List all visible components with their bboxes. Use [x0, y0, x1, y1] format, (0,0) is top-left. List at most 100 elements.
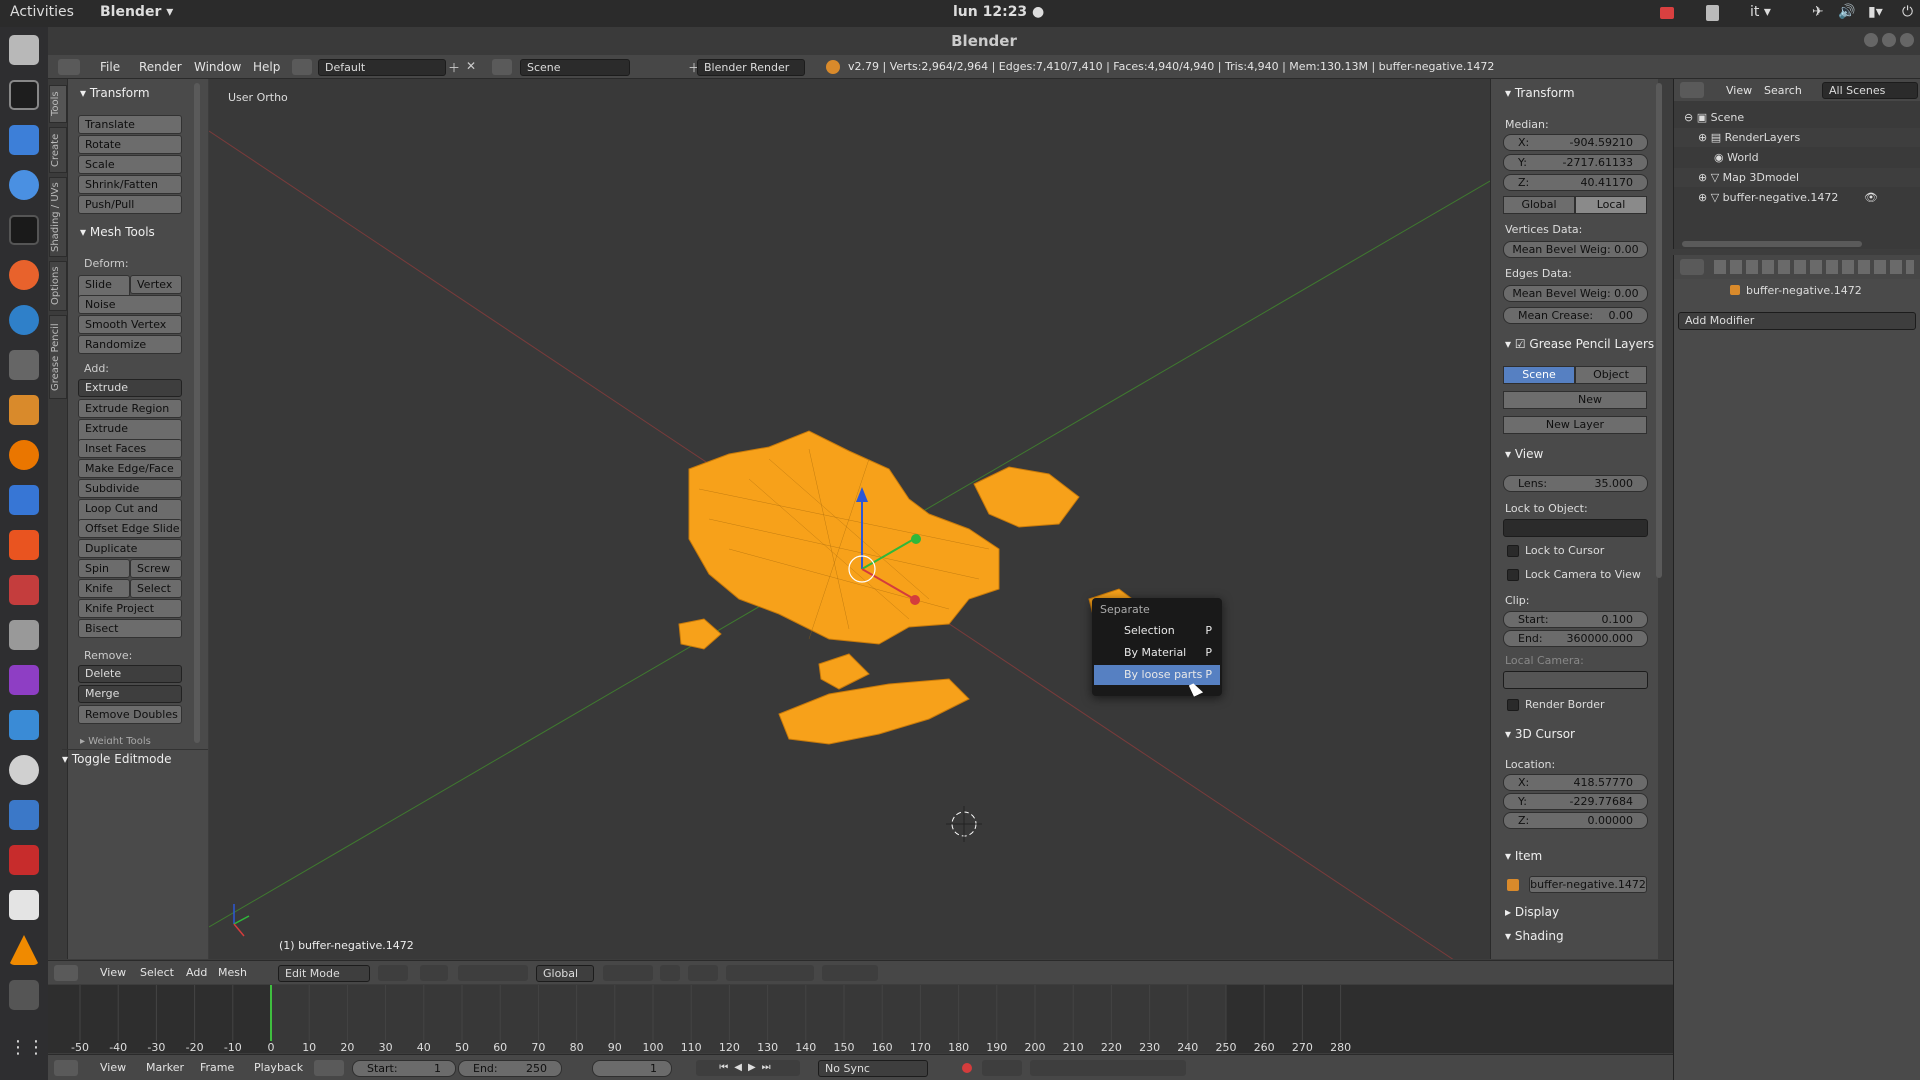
lens-field[interactable]: Lens: 35.000	[1503, 475, 1648, 492]
shading-panel-header[interactable]: ▾ Shading	[1505, 929, 1564, 943]
inkscape-icon[interactable]	[9, 80, 39, 110]
outliner-row-scene[interactable]: ⊖ ▣ Scene	[1674, 108, 1920, 127]
current-frame-field[interactable]: 1	[592, 1060, 672, 1077]
y-gizmo-head[interactable]	[911, 534, 921, 544]
end-frame-field[interactable]: End: 250	[458, 1060, 562, 1077]
grease-pencil-header[interactable]: ▾ ☑ Grease Pencil Layers	[1505, 337, 1654, 351]
app3-icon[interactable]	[9, 710, 39, 740]
extrude-region-button[interactable]: Extrude Region	[78, 399, 182, 418]
lock-camera-checkbox[interactable]	[1507, 569, 1519, 581]
gp-new-layer-button[interactable]: New Layer	[1503, 416, 1647, 434]
toolshelf-scrollbar[interactable]	[194, 83, 200, 743]
writer-icon[interactable]	[9, 125, 39, 155]
local-camera-field[interactable]	[1503, 671, 1648, 689]
knife-select-button[interactable]: Select	[130, 579, 182, 598]
app-icon[interactable]	[9, 305, 39, 335]
firefox-icon[interactable]	[9, 260, 39, 290]
menu-window[interactable]: Window	[194, 60, 241, 74]
outliner-editor-icon[interactable]	[1680, 82, 1704, 98]
sync-mode-select[interactable]: No Sync	[818, 1060, 928, 1077]
playback-controls[interactable]: ⏮◀▶⏭	[696, 1060, 800, 1076]
lock-object-field[interactable]	[1503, 519, 1648, 537]
x-gizmo-head[interactable]	[910, 595, 920, 605]
scene-icon[interactable]	[492, 59, 512, 75]
activities-button[interactable]: Activities	[10, 4, 74, 20]
files-icon[interactable]	[9, 35, 39, 65]
app2-icon[interactable]	[9, 395, 39, 425]
editor-type-icon[interactable]	[58, 59, 80, 75]
software-icon[interactable]	[9, 530, 39, 560]
outliner-row-renderlayers[interactable]: ⊕ ▤ RenderLayers	[1674, 128, 1920, 147]
clock[interactable]: lun 12:23 ●	[953, 4, 1044, 20]
language-indicator[interactable]: it ▾	[1750, 4, 1771, 20]
keying-set-icon[interactable]	[982, 1060, 1022, 1076]
cursor-x-field[interactable]: X: 418.57770	[1503, 774, 1648, 791]
item-panel-header[interactable]: ▾ Item	[1505, 849, 1542, 863]
smooth-vertex-button[interactable]: Smooth Vertex	[78, 315, 182, 334]
select-mode-icons[interactable]	[603, 965, 653, 981]
local-toggle[interactable]: Local	[1575, 196, 1647, 214]
scene-field[interactable]: Scene	[520, 59, 630, 76]
outliner-row-map3dmodel[interactable]: ⊕ ▽ Map 3Dmodel	[1674, 168, 1920, 187]
weight-tools-header[interactable]: ▸ Weight Tools	[80, 736, 151, 744]
menu-help[interactable]: Help	[253, 60, 280, 74]
gp-scene-toggle[interactable]: Scene	[1503, 366, 1575, 384]
tab-options[interactable]: Options	[49, 261, 67, 311]
minimize-icon[interactable]	[1864, 33, 1878, 47]
viewport-shading-icon[interactable]	[378, 965, 408, 981]
outliner-row-buffer-negative[interactable]: ⊕ ▽ buffer-negative.1472	[1674, 188, 1920, 207]
noise-button[interactable]: Noise	[78, 295, 182, 314]
separate-selection-item[interactable]: Selection P	[1094, 621, 1220, 641]
view3d-add-menu[interactable]: Add	[186, 966, 207, 979]
maximize-icon[interactable]	[1882, 33, 1896, 47]
toggle-editmode-panel[interactable]: ▾ Toggle Editmode	[62, 749, 208, 766]
clipboard-icon[interactable]	[1706, 5, 1719, 21]
translate-button[interactable]: Translate	[78, 115, 182, 134]
occlude-icon[interactable]	[660, 965, 680, 981]
cursor-z-field[interactable]: Z: 0.00000	[1503, 812, 1648, 829]
display-panel-header[interactable]: ▸ Display	[1505, 905, 1559, 919]
mean-crease-field[interactable]: Mean Crease: 0.00	[1503, 307, 1648, 324]
chrome-icon[interactable]	[9, 170, 39, 200]
view3d-editor-icon[interactable]	[54, 965, 78, 981]
tab-tools[interactable]: Tools	[49, 85, 67, 123]
global-toggle[interactable]: Global	[1503, 196, 1575, 214]
timeline-marker-menu[interactable]: Marker	[146, 1061, 184, 1074]
bisect-button[interactable]: Bisect	[78, 619, 182, 638]
duplicate-button[interactable]: Duplicate	[78, 539, 182, 558]
clip-end-field[interactable]: End: 360000.000	[1503, 630, 1648, 647]
delete-dropdown[interactable]: Delete	[78, 665, 182, 683]
npanel-scrollbar[interactable]	[1656, 83, 1662, 578]
preview-range-icon[interactable]	[314, 1060, 344, 1076]
layout-icon[interactable]	[292, 59, 312, 75]
gp-object-toggle[interactable]: Object	[1575, 366, 1647, 384]
airplane-icon[interactable]: ✈	[1812, 4, 1824, 20]
item-name-field[interactable]: buffer-negative.1472	[1529, 876, 1647, 893]
vertex-slide-button[interactable]: Vertex	[130, 275, 182, 294]
tab-create[interactable]: Create	[49, 127, 67, 173]
outliner-search-menu[interactable]: Search	[1764, 84, 1802, 97]
tab-shading-uvs[interactable]: Shading / UVs	[49, 177, 67, 257]
view3d-select-menu[interactable]: Select	[140, 966, 174, 979]
outliner-row-world[interactable]: ◉ World	[1674, 148, 1920, 167]
make-edge-face-button[interactable]: Make Edge/Face	[78, 459, 182, 478]
terminal-icon[interactable]	[9, 215, 39, 245]
blender-icon[interactable]	[9, 440, 39, 470]
spin-button[interactable]: Spin	[78, 559, 130, 578]
render-preview-icons[interactable]	[822, 965, 878, 981]
screw-button[interactable]: Screw	[130, 559, 182, 578]
3d-viewport[interactable]: User Ortho (1) buffer-negative.1472	[209, 79, 1490, 959]
layout-field[interactable]: Default	[318, 59, 446, 76]
merge-dropdown[interactable]: Merge	[78, 685, 182, 703]
randomize-button[interactable]: Randomize	[78, 335, 182, 354]
mean-bevel-edge-field[interactable]: Mean Bevel Weig: 0.00	[1503, 285, 1648, 302]
scale-button[interactable]: Scale	[78, 155, 182, 174]
timeline-view-menu[interactable]: View	[100, 1061, 126, 1074]
menu-render[interactable]: Render	[139, 60, 182, 74]
mesh-tools-panel-header[interactable]: ▾ Mesh Tools	[80, 225, 155, 239]
view-panel-header[interactable]: ▾ View	[1505, 447, 1543, 461]
add-layout-icon[interactable]: ＋	[448, 59, 464, 75]
battery-icon[interactable]: ▮▾	[1868, 4, 1883, 20]
push-pull-button[interactable]: Push/Pull	[78, 195, 182, 214]
extrude-dropdown[interactable]: Extrude	[78, 379, 182, 397]
